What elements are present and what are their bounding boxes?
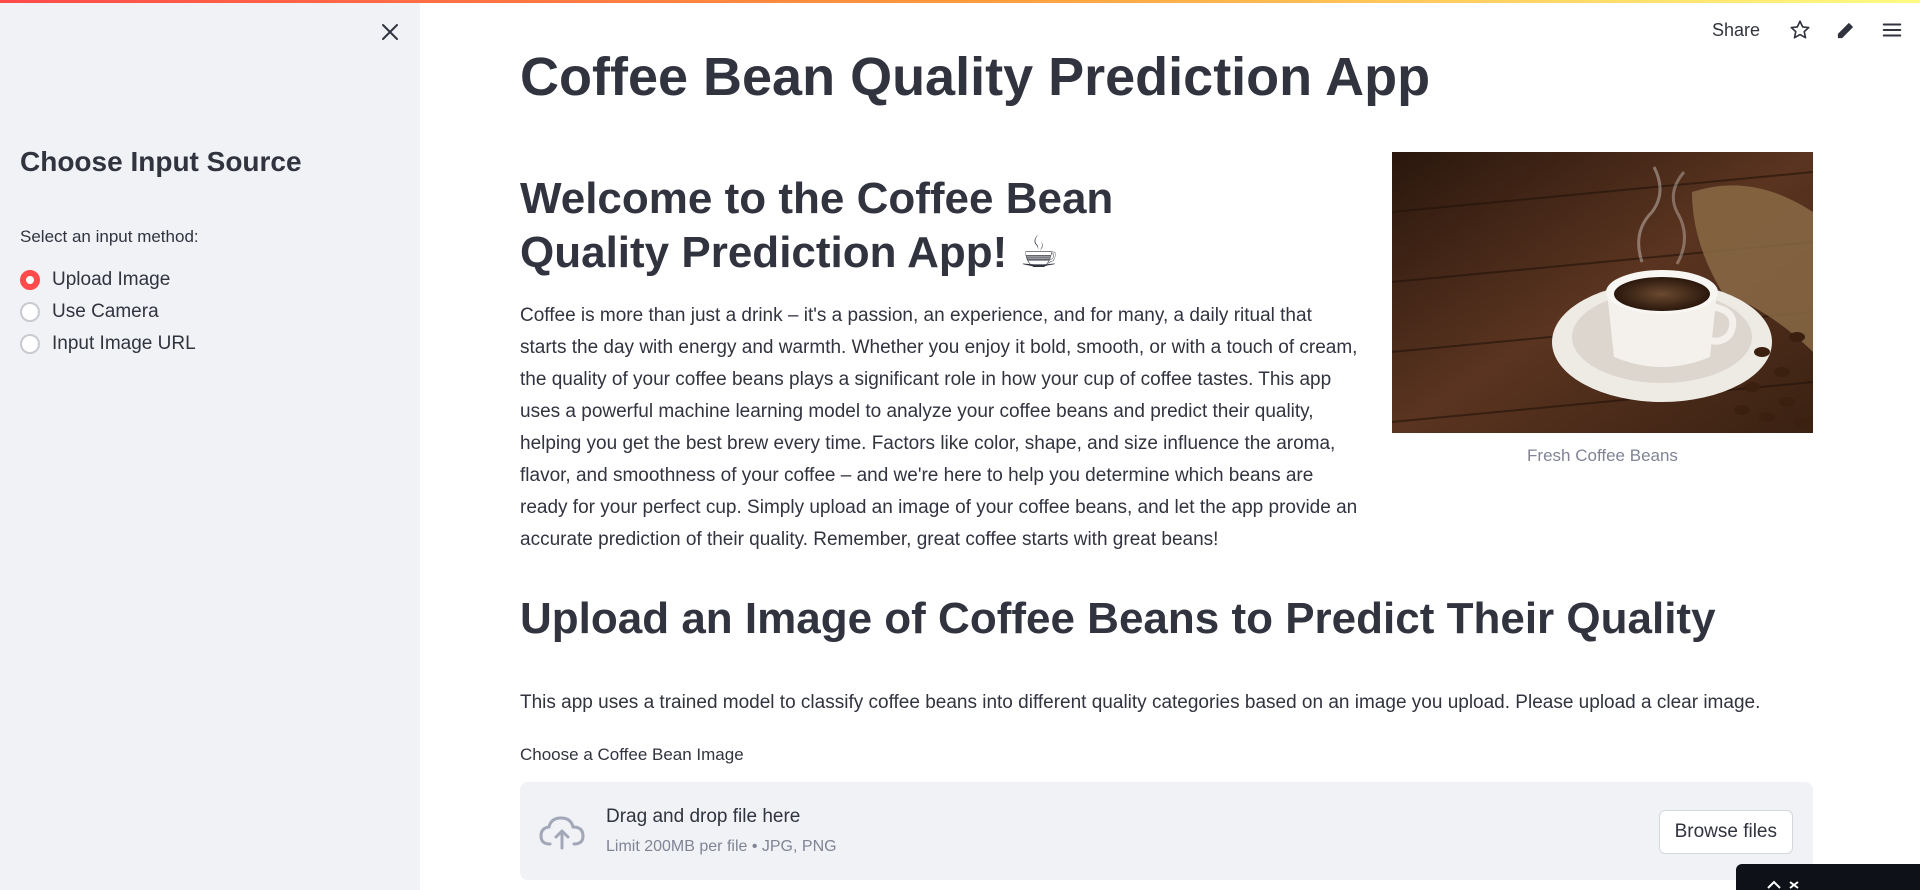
radio-use-camera[interactable]: Use Camera bbox=[20, 296, 196, 328]
chevron-up-icon bbox=[1767, 880, 1799, 889]
star-icon bbox=[1790, 20, 1810, 39]
edit-button[interactable] bbox=[1830, 14, 1862, 46]
intro-paragraph: Coffee is more than just a drink – it's … bbox=[520, 305, 1358, 550]
sidebar: Choose Input Source Select an input meth… bbox=[0, 0, 420, 890]
radio-group-label: Select an input method: bbox=[20, 227, 199, 246]
radio-input-image-url[interactable]: Input Image URL bbox=[20, 328, 196, 360]
image-caption: Fresh Coffee Beans bbox=[1527, 446, 1678, 465]
welcome-heading: Welcome to the Coffee Bean Quality Predi… bbox=[520, 174, 1114, 277]
cloud-upload-icon bbox=[539, 816, 585, 850]
header-toolbar: Share bbox=[1712, 12, 1908, 48]
dropzone-title: Drag and drop file here bbox=[606, 806, 801, 827]
manage-app-button[interactable] bbox=[1736, 864, 1920, 890]
file-dropzone[interactable]: Drag and drop file here Limit 200MB per … bbox=[520, 782, 1813, 880]
close-sidebar-button[interactable] bbox=[376, 18, 404, 46]
radio-label: Input Image URL bbox=[52, 333, 196, 354]
upload-description: This app uses a trained model to classif… bbox=[520, 692, 1761, 713]
close-icon bbox=[382, 24, 398, 40]
browse-files-button[interactable]: Browse files bbox=[1658, 810, 1793, 854]
radio-button-checked[interactable] bbox=[20, 270, 40, 290]
main-menu-button[interactable] bbox=[1876, 14, 1908, 46]
hamburger-menu-icon bbox=[1882, 23, 1902, 37]
upload-section-heading: Upload an Image of Coffee Beans to Predi… bbox=[520, 594, 1716, 643]
coffee-cup-image bbox=[1392, 152, 1813, 433]
radio-label: Upload Image bbox=[52, 269, 171, 290]
radio-label: Use Camera bbox=[52, 301, 159, 322]
dropzone-limit-text: Limit 200MB per file • JPG, PNG bbox=[606, 838, 837, 855]
pencil-icon bbox=[1837, 23, 1853, 39]
radio-button[interactable] bbox=[20, 302, 40, 322]
radio-upload-image[interactable]: Upload Image bbox=[20, 264, 196, 296]
sidebar-title: Choose Input Source bbox=[20, 146, 302, 177]
page-title: Coffee Bean Quality Prediction App bbox=[520, 47, 1431, 107]
file-uploader-label: Choose a Coffee Bean Image bbox=[520, 745, 744, 764]
radio-button[interactable] bbox=[20, 334, 40, 354]
input-method-radio-group: Upload Image Use Camera Input Image URL bbox=[20, 264, 196, 360]
share-button[interactable]: Share bbox=[1712, 20, 1760, 41]
top-accent-bar bbox=[0, 0, 1920, 3]
favorite-button[interactable] bbox=[1784, 14, 1816, 46]
